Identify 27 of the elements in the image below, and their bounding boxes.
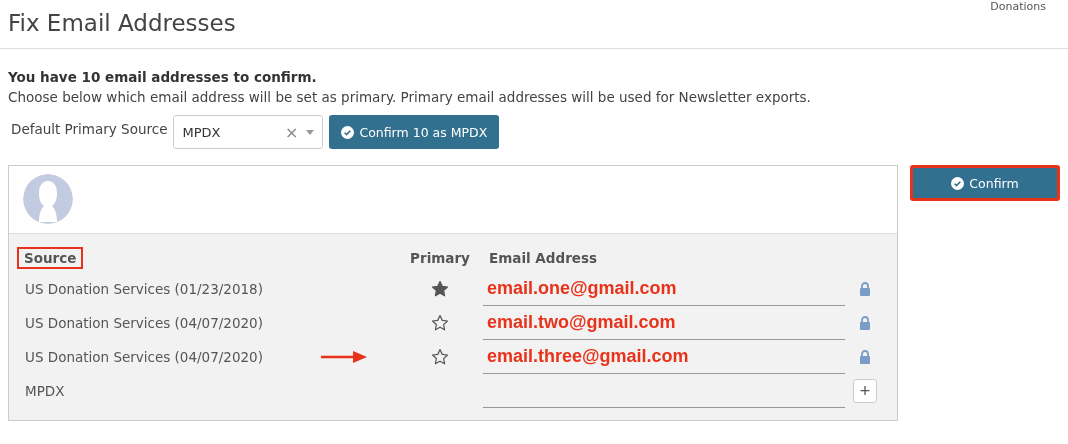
email-field[interactable]: email.one@gmail.com	[483, 272, 845, 306]
check-circle-icon	[951, 176, 965, 190]
source-cell-text: US Donation Services (01/23/2018)	[25, 280, 263, 299]
source-cell-text: US Donation Services (04/07/2020)	[25, 314, 263, 333]
star-icon[interactable]	[431, 280, 449, 298]
confirm-all-button[interactable]: Confirm 10 as MPDX	[329, 115, 500, 149]
clear-icon[interactable]: ×	[285, 122, 299, 142]
confirm-button[interactable]: Confirm	[910, 165, 1060, 201]
column-header: Email Address	[488, 249, 598, 268]
description: Choose below which email address will be set as primary. Primary email addresses will be used for Newsletter exports.	[8, 89, 812, 105]
confirm-heading: You have 10 email addresses to confirm.	[8, 69, 318, 85]
source-cell-text: MPDX	[25, 382, 65, 401]
page-title: Fix Email Addresses	[8, 10, 237, 36]
email-field[interactable]: email.two@gmail.com	[483, 306, 845, 340]
caret-icon	[306, 129, 315, 135]
source-cell-text: US Donation Services (04/07/2020)	[25, 348, 263, 367]
star-icon[interactable]	[431, 314, 449, 332]
corner-text: Donations	[990, 0, 1046, 13]
source-label: Default Primary Source	[11, 121, 168, 137]
add-button[interactable]: +	[853, 379, 877, 403]
email-field[interactable]: email.three@gmail.com	[483, 340, 845, 374]
source-select[interactable]: MPDX ×	[173, 115, 324, 149]
star-icon[interactable]	[431, 348, 449, 366]
avatar	[23, 174, 73, 224]
check-circle-icon	[341, 125, 355, 139]
column-header: Primary	[409, 249, 471, 268]
column-header: Source	[17, 247, 84, 269]
